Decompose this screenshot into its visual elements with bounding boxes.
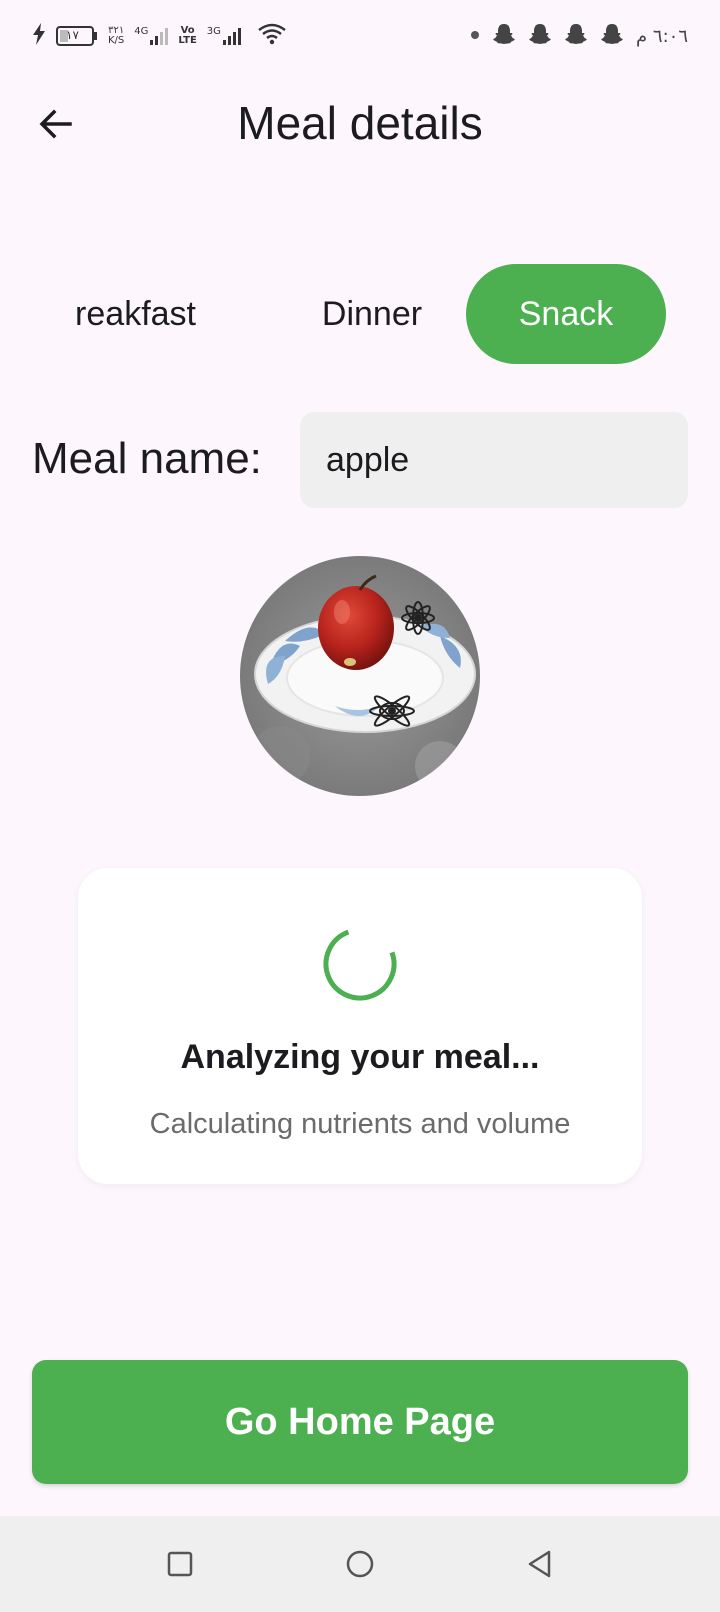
- wifi-icon: [257, 23, 287, 50]
- network-4g: 4G: [134, 26, 169, 45]
- volte-indicator: Vo LTE: [178, 26, 196, 46]
- page-title: Meal details: [237, 97, 483, 149]
- back-triangle-icon: [528, 1550, 551, 1578]
- loading-spinner-icon: [323, 927, 397, 1001]
- status-time: ٦:٠٦ م: [636, 25, 688, 47]
- data-speed: ٣٢١ K/S: [108, 26, 124, 46]
- go-home-button[interactable]: Go Home Page: [32, 1360, 688, 1484]
- signal-icon: [150, 28, 169, 45]
- charging-bolt-icon: [32, 22, 46, 50]
- meal-type-selector: reakfast Dinner Snack: [32, 264, 688, 364]
- app-bar: Meal details: [0, 72, 720, 184]
- snapchat-icon: [492, 22, 516, 51]
- battery-icon: ١٧: [56, 25, 98, 47]
- snapchat-icon: [600, 22, 624, 51]
- snapchat-icon: [564, 22, 588, 51]
- meal-type-snack[interactable]: Snack: [466, 264, 666, 364]
- status-bar-left: ١٧ ٣٢١ K/S 4G Vo LTE 3G: [32, 20, 287, 52]
- meal-name-row: Meal name: apple: [32, 412, 688, 508]
- meal-type-breakfast[interactable]: reakfast: [32, 264, 196, 364]
- analysis-title: Analyzing your meal...: [180, 1038, 540, 1076]
- notification-dot-icon: [470, 27, 480, 45]
- network-3g: 3G: [207, 27, 241, 45]
- home-circle-icon: [346, 1550, 374, 1578]
- signal-icon: [222, 28, 241, 45]
- analysis-subtitle: Calculating nutrients and volume: [149, 1108, 571, 1140]
- meal-name-input[interactable]: apple: [300, 412, 688, 508]
- data-speed-unit: K/S: [108, 35, 125, 46]
- back-nav-button[interactable]: [514, 1538, 566, 1590]
- network-3g-label: 3G: [206, 26, 221, 37]
- volte-bottom: LTE: [178, 35, 197, 46]
- meal-name-label: Meal name:: [32, 434, 262, 483]
- system-nav-bar: [0, 1516, 720, 1612]
- snapchat-icon: [528, 22, 552, 51]
- meal-type-dinner[interactable]: Dinner: [260, 264, 484, 364]
- meal-photo[interactable]: [240, 556, 480, 796]
- recents-button[interactable]: [154, 1538, 206, 1590]
- status-bar: ١٧ ٣٢١ K/S 4G Vo LTE 3G ٦:٠٦ م: [0, 0, 720, 72]
- status-bar-right: ٦:٠٦ م: [470, 20, 688, 52]
- home-button[interactable]: [334, 1538, 386, 1590]
- battery-level: ١٧: [66, 28, 79, 42]
- recents-square-icon: [167, 1551, 193, 1577]
- network-4g-label: 4G: [134, 26, 149, 37]
- meal-details-screen: ١٧ ٣٢١ K/S 4G Vo LTE 3G ٦:٠٦ م Meal deta…: [0, 0, 720, 1612]
- analysis-card: Analyzing your meal... Calculating nutri…: [78, 868, 642, 1184]
